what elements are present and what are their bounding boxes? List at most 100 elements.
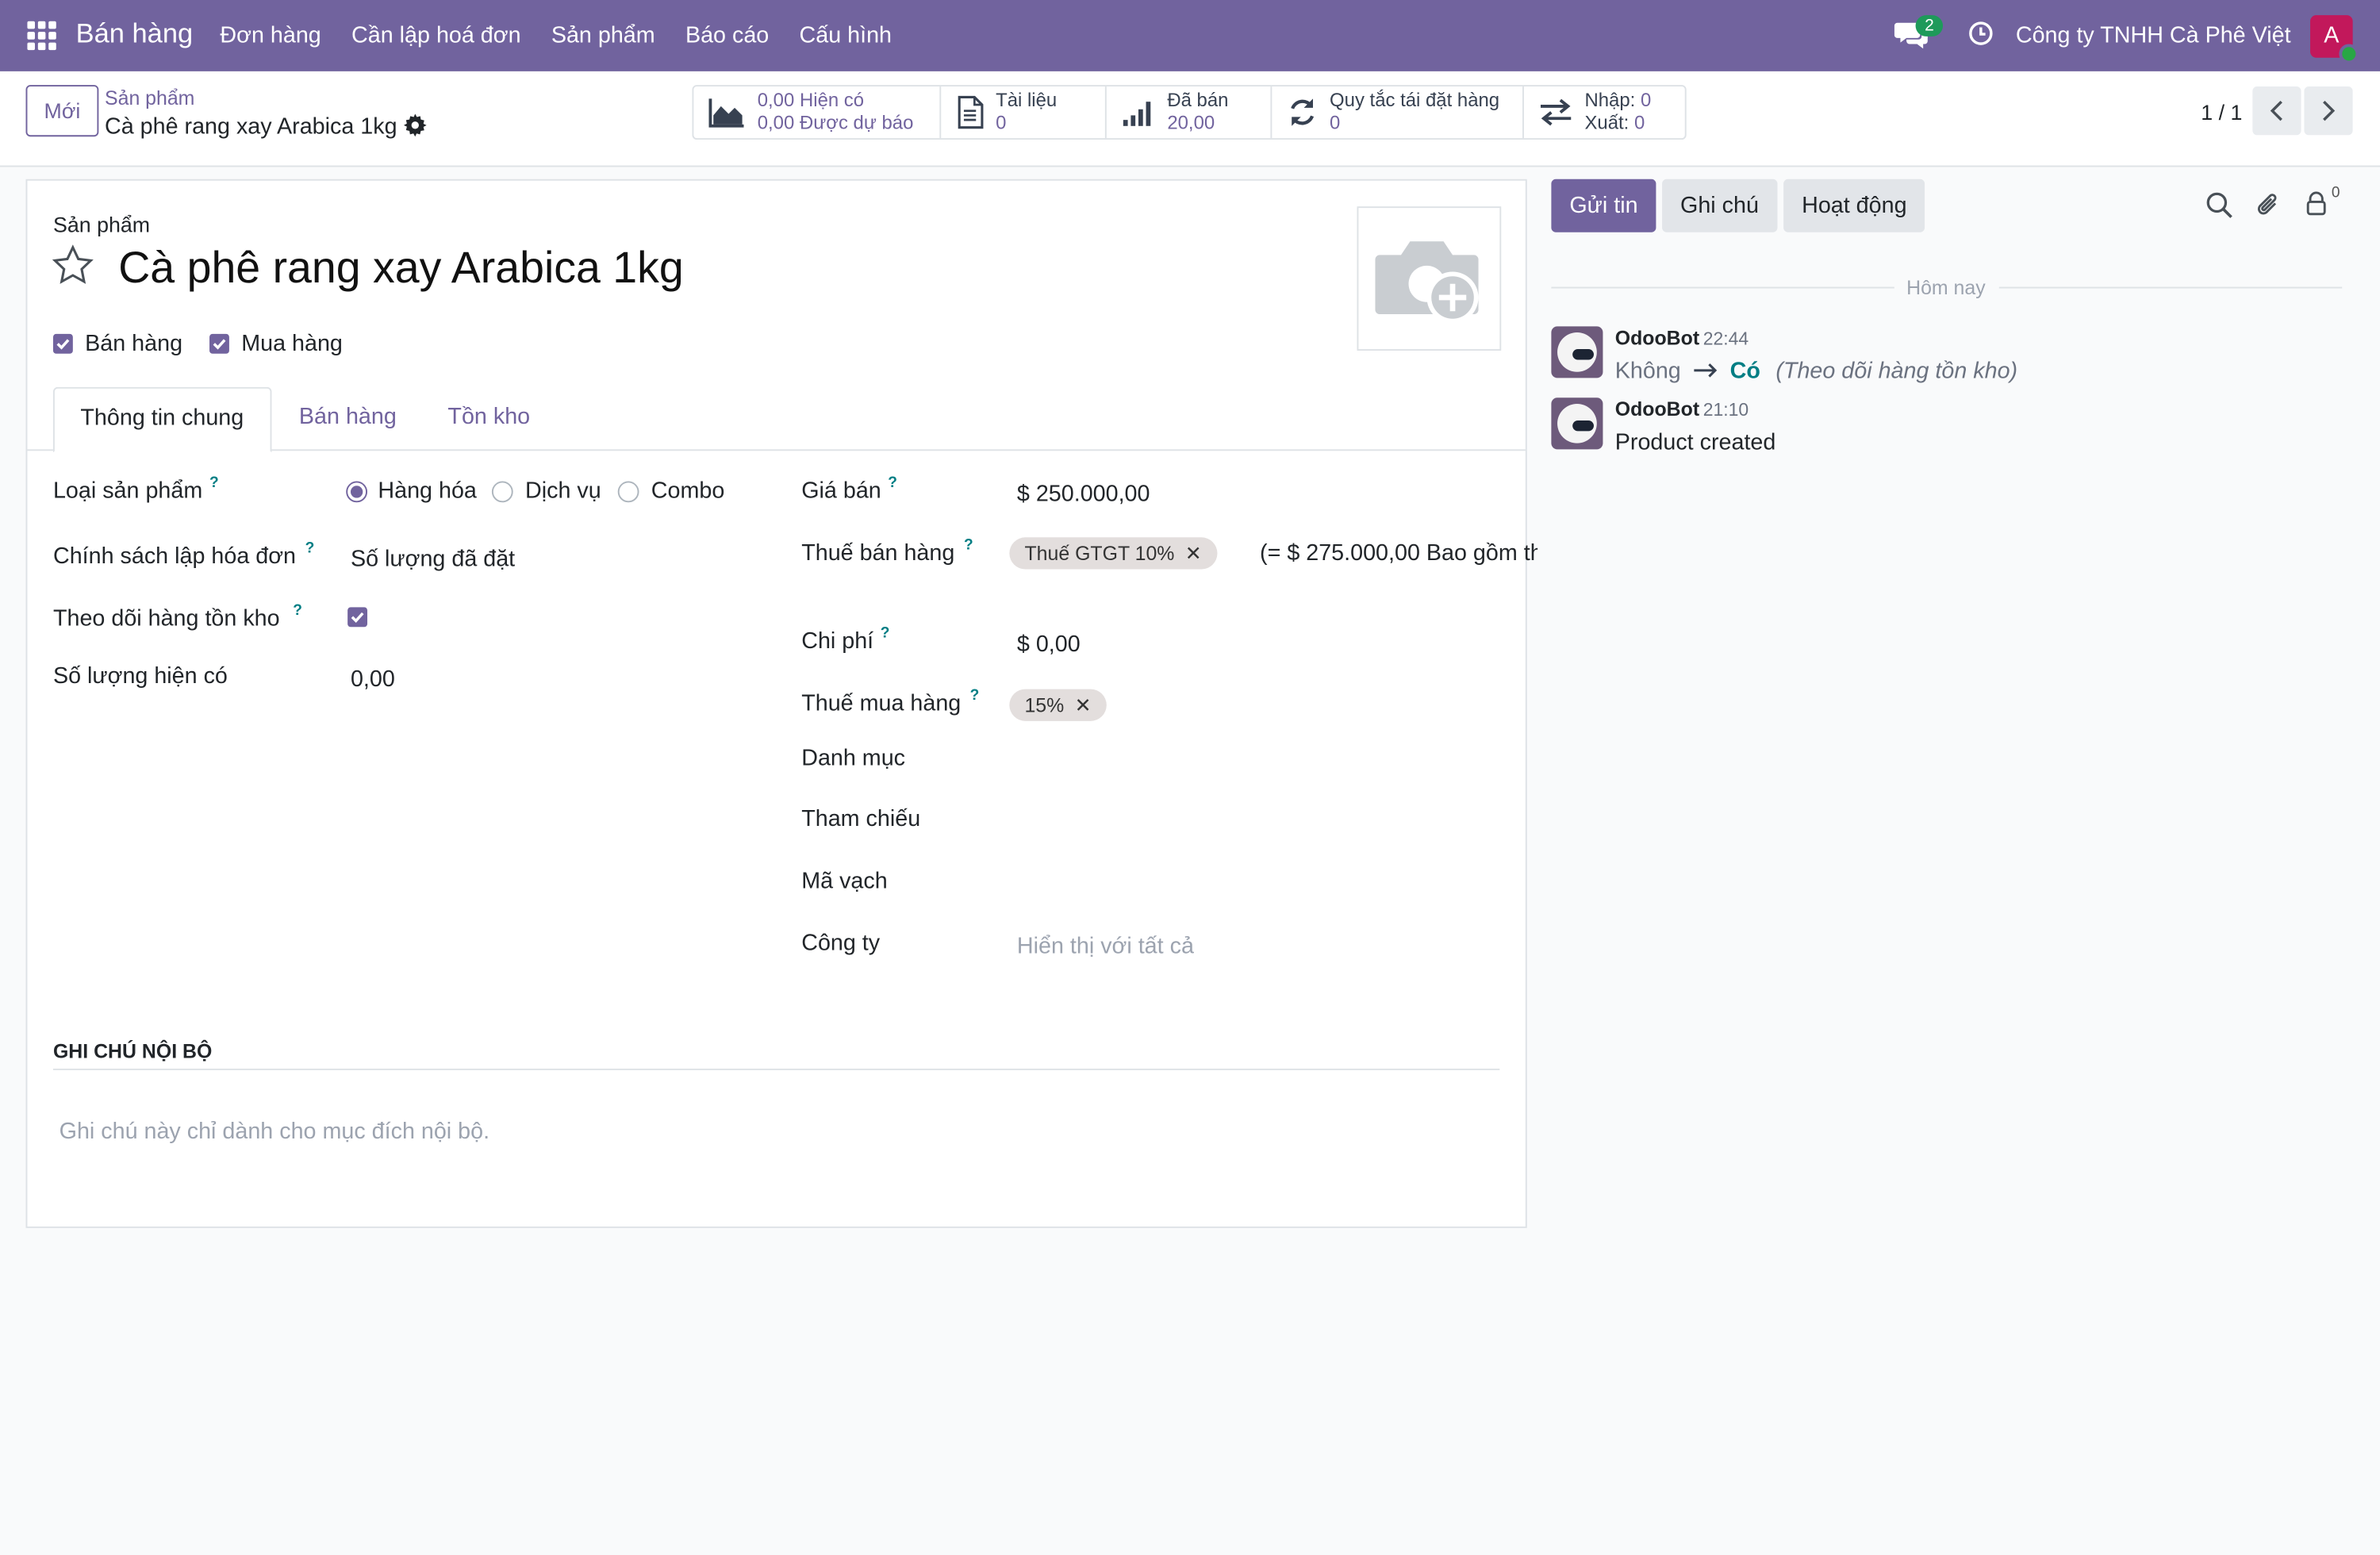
odoobot-avatar[interactable] [1551, 397, 1603, 450]
remove-tag-icon[interactable]: ✕ [1185, 542, 1202, 565]
out-value: 0 [1633, 112, 1645, 134]
sales-tax-computed-note: (= $ 275.000,00 Bao gồm th [1260, 540, 1538, 566]
menu-item-orders[interactable]: Đơn hàng [220, 23, 321, 49]
invoice-policy-select[interactable]: Số lượng đã đặt [351, 547, 515, 573]
sale-ok-label[interactable]: Bán hàng [85, 331, 182, 357]
invoice-policy-label: Chính sách lập hóa đơn [52, 543, 297, 570]
follower-count: 0 [2331, 185, 2340, 202]
internal-notes-heading: GHI CHÚ NỘI BỘ [52, 1039, 213, 1063]
pager-next-button[interactable] [2304, 86, 2353, 136]
reorder-rules-label: Quy tắc tái đặt hàng [1330, 89, 1500, 111]
breadcrumb-parent[interactable]: Sản phẩm [105, 86, 194, 109]
activities-button[interactable]: Hoạt động [1783, 179, 1925, 232]
menu-item-configuration[interactable]: Cấu hình [800, 23, 892, 49]
product-type-service-label[interactable]: Dịch vụ [525, 478, 601, 505]
cost-input[interactable]: $ 0,00 [1017, 632, 1081, 658]
sales-price-input[interactable]: $ 250.000,00 [1017, 482, 1150, 508]
documents-smart-button[interactable]: Tài liệu 0 [941, 86, 1107, 139]
tab-inventory[interactable]: Tồn kho [447, 387, 530, 448]
odoobot-avatar[interactable] [1551, 326, 1603, 378]
help-tooltip-icon[interactable]: ? [888, 475, 897, 492]
area-chart-icon [708, 98, 744, 128]
apps-menu-icon[interactable] [27, 21, 56, 51]
sale-ok-checkbox[interactable] [52, 333, 73, 354]
sales-tax-label: Thuế bán hàng [801, 540, 955, 566]
pager-value[interactable]: 1 / 1 [2201, 100, 2242, 125]
check-icon [213, 339, 226, 350]
send-message-button[interactable]: Gửi tin [1551, 179, 1656, 232]
help-tooltip-icon[interactable]: ? [305, 540, 315, 557]
in-out-smart-button[interactable]: Nhập: 0 Xuất: 0 [1524, 86, 1685, 138]
new-button[interactable]: Mới [25, 85, 99, 137]
message-author[interactable]: OdooBot [1615, 326, 1699, 349]
internal-notes-field[interactable]: Ghi chú này chỉ dành cho mục đích nội bộ… [60, 1119, 489, 1145]
help-tooltip-icon[interactable]: ? [293, 603, 302, 620]
help-tooltip-icon[interactable]: ? [881, 625, 890, 642]
qty-on-hand-label: Số lượng hiện có [52, 663, 228, 689]
company-input[interactable]: Hiển thị với tất cả [1017, 934, 1194, 960]
gear-icon[interactable] [403, 113, 427, 137]
signal-bars-icon [1123, 102, 1151, 126]
main-menu: Đơn hàng Cần lập hoá đơn Sản phẩm Báo cá… [220, 23, 892, 49]
product-type-goods-label[interactable]: Hàng hóa [378, 478, 476, 505]
sold-label: Đã bán [1167, 89, 1229, 111]
menu-item-reporting[interactable]: Báo cáo [685, 23, 769, 49]
product-type-goods-radio[interactable] [346, 481, 368, 503]
activity-clock-icon[interactable] [1969, 21, 1994, 46]
paperclip-icon[interactable] [2255, 191, 2280, 218]
forecast-label: Được dự báo [799, 112, 914, 134]
pager-previous-button[interactable] [2252, 86, 2301, 136]
chevron-right-icon [2323, 100, 2336, 121]
company-switcher[interactable]: Công ty TNHH Cà Phê Việt [2016, 23, 2291, 49]
app-name[interactable]: Bán hàng [76, 18, 193, 50]
tab-general-info[interactable]: Thông tin chung [52, 386, 271, 453]
help-tooltip-icon[interactable]: ? [964, 537, 973, 554]
divider [52, 1068, 1500, 1070]
sold-smart-button[interactable]: Đã bán 20,00 [1107, 86, 1273, 139]
online-status-dot [2339, 44, 2359, 64]
form-tabs: Thông tin chung Bán hàng Tồn kho [27, 386, 1526, 453]
qty-on-hand-value: 0,00 [350, 666, 395, 693]
favorite-star-icon[interactable] [52, 244, 94, 287]
purchase-tax-tag-label: 15% [1024, 693, 1065, 717]
cost-label: Chi phí [801, 628, 874, 655]
arrow-right-icon [1693, 359, 1718, 385]
help-tooltip-icon[interactable]: ? [970, 688, 980, 705]
barcode-label: Mã vạch [801, 868, 888, 894]
purchase-ok-label[interactable]: Mua hàng [241, 331, 343, 357]
form-section-label: Sản phẩm [52, 212, 151, 237]
search-icon[interactable] [2205, 191, 2232, 218]
track-inventory-checkbox[interactable] [347, 607, 368, 628]
menu-item-to-invoice[interactable]: Cần lập hoá đơn [351, 23, 521, 49]
user-avatar[interactable]: A [2310, 15, 2359, 64]
reorder-rules-smart-button[interactable]: Quy tắc tái đặt hàng 0 [1272, 86, 1524, 139]
in-value: 0 [1640, 89, 1652, 111]
follower-icon[interactable] [2305, 191, 2327, 216]
help-tooltip-icon[interactable]: ? [209, 475, 219, 492]
product-form-sheet: Sản phẩm Cà phê rang xay Arabica 1kg Bán… [25, 179, 1537, 1228]
message-author[interactable]: OdooBot [1615, 397, 1699, 420]
product-image-upload[interactable] [1357, 206, 1502, 351]
on-hand-smart-button[interactable]: 0,00 Hiện có 0,00 Được dự báo [693, 86, 942, 139]
tracking-new-value: Có [1729, 358, 1760, 385]
refresh-icon [1291, 98, 1315, 126]
sales-tax-tag-label: Thuế GTGT 10% [1024, 542, 1175, 565]
reference-label: Tham chiếu [801, 805, 921, 832]
remove-tag-icon[interactable]: ✕ [1075, 693, 1092, 716]
tracking-field-name: (Theo dõi hàng tồn kho) [1775, 358, 2018, 385]
product-name-field[interactable]: Cà phê rang xay Arabica 1kg [118, 244, 684, 294]
log-note-button[interactable]: Ghi chú [1662, 179, 1777, 232]
product-type-service-radio[interactable] [491, 481, 513, 503]
menu-item-products[interactable]: Sản phẩm [551, 23, 655, 49]
top-navbar: Bán hàng Đơn hàng Cần lập hoá đơn Sản ph… [0, 0, 2380, 71]
message-count-badge: 2 [1915, 15, 1944, 36]
purchase-ok-checkbox[interactable] [209, 333, 229, 354]
sales-tax-tag[interactable]: Thuế GTGT 10% ✕ [1009, 537, 1217, 570]
purchase-tax-tag[interactable]: 15% ✕ [1009, 689, 1107, 721]
tab-sales[interactable]: Bán hàng [299, 387, 397, 448]
camera-add-icon [1375, 241, 1479, 324]
product-type-combo-label[interactable]: Combo [651, 478, 725, 505]
app-root: Bán hàng Đơn hàng Cần lập hoá đơn Sản ph… [0, 0, 2380, 1554]
product-type-combo-radio[interactable] [617, 481, 639, 503]
out-label: Xuất: [1584, 112, 1630, 134]
